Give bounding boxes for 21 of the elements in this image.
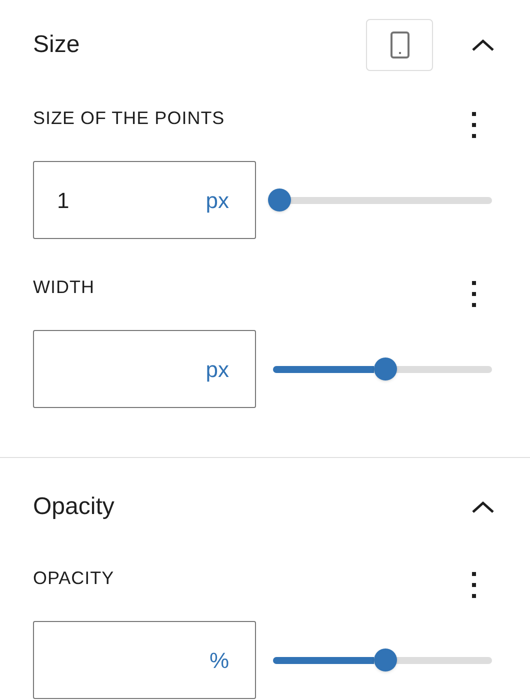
- slider-thumb[interactable]: [268, 188, 291, 212]
- section-title: Opacity: [33, 492, 116, 522]
- more-options-icon[interactable]: [471, 572, 477, 598]
- section-title: Size: [33, 30, 81, 60]
- control-label: SIZE OF THE POINTS: [33, 108, 225, 128]
- unit-label: px: [206, 356, 229, 384]
- chevron-up-icon[interactable]: [472, 39, 494, 51]
- unit-label: px: [206, 186, 229, 215]
- phone-icon: [390, 31, 410, 59]
- more-options-icon[interactable]: [471, 281, 477, 307]
- slider-thumb[interactable]: [374, 648, 397, 672]
- control-label: OPACITY: [33, 568, 114, 588]
- slider-thumb[interactable]: [374, 358, 397, 380]
- number-input[interactable]: 1 px: [33, 161, 256, 239]
- control-label: WIDTH: [33, 277, 94, 297]
- more-options-icon[interactable]: [471, 112, 477, 138]
- chevron-up-icon[interactable]: [472, 501, 494, 513]
- unit-label: %: [209, 646, 229, 674]
- number-input[interactable]: %: [33, 621, 256, 699]
- device-button[interactable]: [366, 19, 433, 71]
- number-input[interactable]: px: [33, 330, 256, 408]
